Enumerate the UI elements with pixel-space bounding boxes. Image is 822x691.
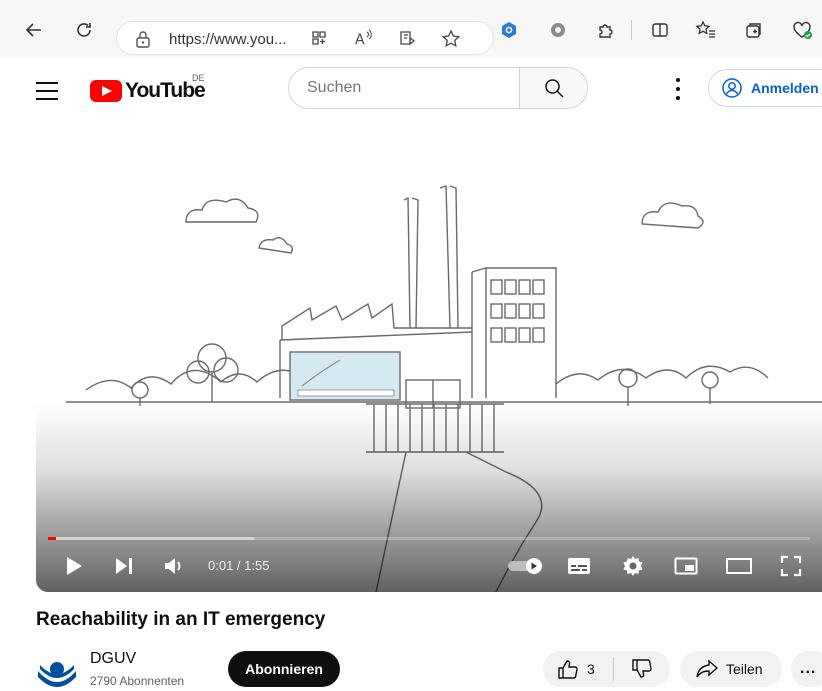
thumbs-up-icon [558, 660, 578, 679]
autoplay-toggle[interactable] [506, 554, 546, 578]
menu-icon[interactable] [36, 82, 60, 100]
address-bar[interactable]: https://www.you... A [116, 21, 494, 55]
extension-gear-icon[interactable] [546, 18, 570, 42]
like-button[interactable]: 3 [543, 651, 613, 687]
collections-icon[interactable] [742, 18, 766, 42]
region-code: DE [192, 73, 205, 83]
extension-hex-icon[interactable] [497, 18, 521, 42]
thumbs-down-icon [632, 659, 652, 678]
youtube-play-logo-icon [90, 80, 122, 102]
controls-gradient [36, 402, 822, 592]
search-button[interactable] [519, 68, 587, 108]
search-box [288, 67, 588, 109]
refresh-icon[interactable] [72, 18, 96, 42]
search-input[interactable] [289, 68, 519, 108]
video-player[interactable]: 0:01 / 1:55 [36, 122, 822, 592]
play-icon [67, 557, 82, 575]
next-icon [116, 558, 132, 574]
gear-icon [623, 556, 643, 576]
volume-icon [165, 558, 181, 574]
settings-more-icon[interactable] [670, 78, 686, 100]
played-range [48, 537, 56, 540]
immersive-reader-icon[interactable] [398, 29, 416, 52]
subtitles-icon [568, 558, 590, 574]
favorite-star-icon[interactable] [441, 29, 461, 54]
extensions-icon[interactable] [593, 18, 617, 42]
channel-name[interactable]: DGUV [90, 650, 136, 668]
grid-icon[interactable] [310, 29, 328, 52]
browser-toolbar: https://www.you... A [0, 0, 822, 58]
play-button[interactable] [62, 554, 86, 578]
sign-in-label: Anmelden [751, 80, 819, 96]
next-button[interactable] [112, 554, 136, 578]
split-screen-icon[interactable] [648, 18, 672, 42]
fullscreen-button[interactable] [778, 554, 804, 578]
settings-button[interactable] [620, 554, 646, 578]
dislike-button[interactable] [614, 651, 670, 687]
buffered-range [48, 537, 254, 540]
url-text: https://www.you... [169, 31, 287, 48]
read-aloud-icon[interactable]: A [354, 29, 374, 52]
share-button[interactable]: Teilen [680, 651, 782, 687]
search-icon [544, 79, 564, 98]
sign-in-button[interactable]: Anmelden [708, 69, 822, 107]
more-actions-button[interactable]: ... [791, 651, 822, 687]
subscribe-button[interactable]: Abonnieren [228, 651, 340, 687]
time-display: 0:01 / 1:55 [208, 558, 270, 573]
share-label: Teilen [726, 661, 763, 677]
toolbar-divider [631, 20, 632, 40]
autoplay-icon [508, 558, 542, 574]
share-icon [696, 659, 718, 678]
svg-text:A: A [355, 32, 365, 47]
progress-bar[interactable] [48, 537, 810, 540]
lock-icon[interactable] [135, 30, 151, 53]
theater-mode-button[interactable] [724, 554, 754, 578]
account-icon [722, 78, 742, 98]
like-dislike-group: 3 [543, 651, 670, 687]
miniplayer-icon [674, 557, 698, 575]
subscriber-count: 2790 Abonnenten [90, 674, 185, 688]
favorites-icon[interactable] [694, 18, 718, 42]
back-icon[interactable] [22, 18, 46, 42]
video-title: Reachability in an IT emergency [36, 609, 326, 630]
mute-button[interactable] [162, 554, 188, 578]
like-count: 3 [587, 661, 595, 677]
fullscreen-icon [780, 555, 802, 577]
miniplayer-button[interactable] [672, 554, 700, 578]
theater-icon [726, 558, 752, 574]
browser-essentials-icon[interactable] [790, 18, 814, 42]
youtube-header: YouTube DE Anmelden [0, 58, 822, 120]
subtitles-button[interactable] [566, 554, 592, 578]
youtube-logo[interactable]: YouTube DE [90, 73, 206, 103]
